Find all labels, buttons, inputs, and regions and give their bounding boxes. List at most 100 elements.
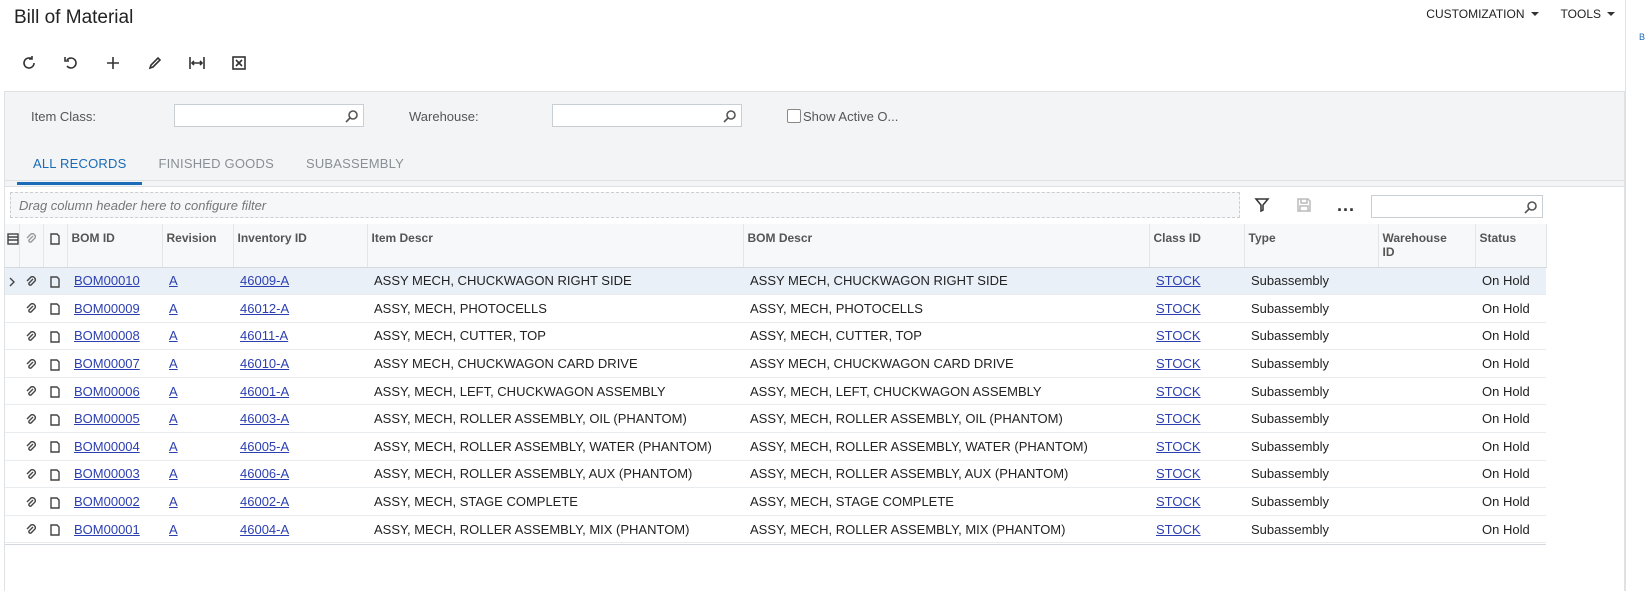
row-attachment[interactable] (19, 404, 43, 434)
row-selector[interactable] (5, 432, 19, 461)
table-row[interactable]: BOM00001 A 46004-A ASSY, MECH, ROLLER ASSEM… (5, 515, 1546, 544)
inventory-id-link[interactable]: 46004-A (240, 522, 289, 537)
row-selector-header[interactable] (5, 224, 20, 268)
grid-search-input[interactable] (1371, 195, 1543, 218)
column-header-inventory-id[interactable]: Inventory ID (233, 224, 368, 268)
class-id-link[interactable]: STOCK (1156, 522, 1201, 537)
revision-link[interactable]: A (169, 522, 178, 537)
column-header-bom-id[interactable]: BOM ID (67, 224, 163, 268)
filter-button[interactable] (1249, 193, 1275, 217)
inventory-id-link[interactable]: 46003-A (240, 411, 289, 426)
add-button[interactable] (98, 50, 128, 76)
row-note[interactable] (43, 432, 67, 461)
row-attachment[interactable] (19, 487, 43, 516)
column-header-class-id[interactable]: Class ID (1149, 224, 1245, 268)
inventory-id-link[interactable]: 46012-A (240, 301, 289, 316)
row-note[interactable] (43, 377, 67, 406)
undo-button[interactable] (56, 50, 86, 76)
class-id-link[interactable]: STOCK (1156, 411, 1201, 426)
revision-link[interactable]: A (169, 301, 178, 316)
row-note[interactable] (43, 349, 67, 378)
table-row[interactable]: BOM00004 A 46005-A ASSY, MECH, ROLLER ASSEM… (5, 432, 1546, 461)
row-selector[interactable] (5, 322, 19, 351)
inventory-id-link[interactable]: 46011-A (240, 328, 288, 343)
revision-link[interactable]: A (169, 466, 178, 481)
row-note[interactable] (43, 267, 67, 296)
row-attachment[interactable] (19, 432, 43, 461)
table-row[interactable]: BOM00005 A 46003-A ASSY, MECH, ROLLER ASSEM… (5, 404, 1546, 434)
table-row[interactable]: BOM00007 A 46010-A ASSY MECH, CHUCKWAGON CA… (5, 349, 1546, 378)
row-selector[interactable] (5, 267, 19, 296)
bom-id-link[interactable]: BOM00002 (74, 494, 140, 509)
bom-id-link[interactable]: BOM00009 (74, 301, 140, 316)
revision-link[interactable]: A (169, 494, 178, 509)
side-panel-link[interactable]: Bi (1639, 32, 1645, 42)
table-row[interactable]: BOM00010 A 46009-A ASSY MECH, CHUCKWAGON RI… (5, 267, 1546, 296)
item-class-field[interactable] (174, 104, 364, 127)
row-attachment[interactable] (19, 515, 43, 544)
row-selector[interactable] (5, 377, 19, 406)
revision-link[interactable]: A (169, 328, 178, 343)
class-id-link[interactable]: STOCK (1156, 273, 1201, 288)
row-attachment[interactable] (19, 267, 43, 296)
bom-id-link[interactable]: BOM00004 (74, 439, 140, 454)
class-id-link[interactable]: STOCK (1156, 356, 1201, 371)
revision-link[interactable]: A (169, 273, 178, 288)
bom-id-link[interactable]: BOM00005 (74, 411, 140, 426)
bom-id-link[interactable]: BOM00001 (74, 522, 140, 537)
column-header-item-descr[interactable]: Item Descr (367, 224, 744, 268)
revision-link[interactable]: A (169, 411, 178, 426)
tools-menu[interactable]: TOOLS (1561, 7, 1615, 21)
row-attachment[interactable] (19, 377, 43, 406)
row-selector[interactable] (5, 460, 19, 489)
group-filter-bar[interactable]: Drag column header here to configure fil… (10, 192, 1240, 218)
class-id-link[interactable]: STOCK (1156, 439, 1201, 454)
more-button[interactable]: ... (1333, 193, 1359, 217)
row-attachment[interactable] (19, 322, 43, 351)
column-header-revision[interactable]: Revision (162, 224, 234, 268)
inventory-id-link[interactable]: 46001-A (240, 384, 289, 399)
revision-link[interactable]: A (169, 356, 178, 371)
inventory-id-link[interactable]: 46010-A (240, 356, 289, 371)
row-selector[interactable] (5, 515, 19, 544)
table-row[interactable]: BOM00003 A 46006-A ASSY, MECH, ROLLER ASSEM… (5, 460, 1546, 489)
revision-link[interactable]: A (169, 384, 178, 399)
row-note[interactable] (43, 460, 67, 489)
row-selector[interactable] (5, 404, 19, 434)
class-id-link[interactable]: STOCK (1156, 328, 1201, 343)
bom-id-link[interactable]: BOM00007 (74, 356, 140, 371)
fit-width-button[interactable] (182, 50, 212, 76)
table-row[interactable]: BOM00006 A 46001-A ASSY, MECH, LEFT, CHUCKW… (5, 377, 1546, 406)
column-header-type[interactable]: Type (1244, 224, 1379, 268)
class-id-link[interactable]: STOCK (1156, 301, 1201, 316)
search-icon[interactable] (723, 109, 737, 123)
inventory-id-link[interactable]: 46006-A (240, 466, 289, 481)
inventory-id-link[interactable]: 46005-A (240, 439, 289, 454)
table-row[interactable]: BOM00008 A 46011-A ASSY, MECH, CUTTER, TOP A… (5, 322, 1546, 351)
row-note[interactable] (43, 404, 67, 434)
bom-id-link[interactable]: BOM00010 (74, 273, 140, 288)
row-selector[interactable] (5, 487, 19, 516)
row-selector[interactable] (5, 294, 19, 323)
row-attachment[interactable] (19, 294, 43, 323)
revision-link[interactable]: A (169, 439, 178, 454)
search-icon[interactable] (345, 109, 359, 123)
bom-id-link[interactable]: BOM00003 (74, 466, 140, 481)
show-active-checkbox[interactable] (787, 109, 801, 123)
column-header-bom-descr[interactable]: BOM Descr (743, 224, 1150, 268)
save-filter-button[interactable] (1291, 193, 1317, 217)
warehouse-field[interactable] (552, 104, 742, 127)
inventory-id-link[interactable]: 46002-A (240, 494, 289, 509)
row-note[interactable] (43, 294, 67, 323)
export-excel-button[interactable] (224, 50, 254, 76)
class-id-link[interactable]: STOCK (1156, 384, 1201, 399)
row-note[interactable] (43, 322, 67, 351)
column-header-warehouse-id[interactable]: Warehouse ID (1378, 224, 1476, 268)
column-header-status[interactable]: Status (1475, 224, 1547, 268)
search-icon[interactable] (1524, 200, 1538, 214)
class-id-link[interactable]: STOCK (1156, 466, 1201, 481)
edit-button[interactable] (140, 50, 170, 76)
bom-id-link[interactable]: BOM00008 (74, 328, 140, 343)
refresh-button[interactable] (14, 50, 44, 76)
class-id-link[interactable]: STOCK (1156, 494, 1201, 509)
